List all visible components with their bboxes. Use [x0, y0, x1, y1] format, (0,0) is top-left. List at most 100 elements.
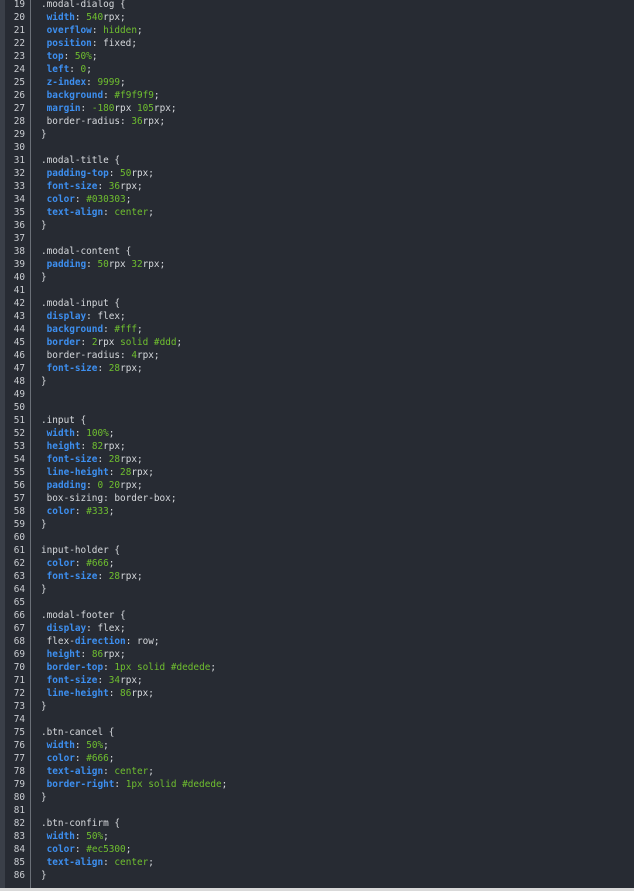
code-line[interactable]: 66 .modal-footer {	[0, 609, 634, 622]
css-property-token: border-top	[46, 662, 104, 673]
code-line[interactable]: 30	[0, 141, 634, 154]
code-line[interactable]: 20 width: 540rpx;	[0, 11, 634, 24]
code-line[interactable]: 26 background: #f9f9f9;	[0, 89, 634, 102]
code-line[interactable]: 29}	[0, 128, 634, 141]
css-value-token: #666	[86, 558, 109, 569]
code-line[interactable]: 82 .btn-confirm {	[0, 817, 634, 830]
code-line[interactable]: 77 color: #666;	[0, 752, 634, 765]
code-line[interactable]: 41	[0, 284, 634, 297]
code-line[interactable]: 78 text-align: center;	[0, 765, 634, 778]
code-line[interactable]: 56 padding: 0 20rpx;	[0, 479, 634, 492]
code-line[interactable]: 57 box-sizing: border-box;	[0, 492, 634, 505]
code-line[interactable]: 76 width: 50%;	[0, 739, 634, 752]
code-line[interactable]: 44 background: #fff;	[0, 323, 634, 336]
line-code: }	[41, 518, 47, 531]
line-number: 36	[13, 220, 25, 231]
code-token: rpx;	[103, 441, 126, 452]
css-property-token: font-size	[46, 363, 98, 374]
code-line[interactable]: 79 border-right: 1px solid #dedede;	[0, 778, 634, 791]
code-line[interactable]: 70 border-top: 1px solid #dedede;	[0, 661, 634, 674]
code-line[interactable]: 86}	[0, 869, 634, 882]
code-line[interactable]: 27 margin: -180rpx 105rpx;	[0, 102, 634, 115]
code-line[interactable]: 36}	[0, 219, 634, 232]
code-line[interactable]: 46 border-radius: 4rpx;	[0, 349, 634, 362]
css-value-token: 34	[108, 675, 121, 686]
code-line[interactable]: 83 width: 50%;	[0, 830, 634, 843]
code-line[interactable]: 45 border: 2rpx solid #ddd;	[0, 336, 634, 349]
code-line[interactable]: 65	[0, 596, 634, 609]
code-line[interactable]: 49	[0, 388, 634, 401]
code-line[interactable]: 72 line-height: 86rpx;	[0, 687, 634, 700]
code-line[interactable]: 34 color: #030303;	[0, 193, 634, 206]
code-line[interactable]: 24 left: 0;	[0, 63, 634, 76]
code-line[interactable]: 52 width: 100%;	[0, 427, 634, 440]
code-line[interactable]: 80}	[0, 791, 634, 804]
code-line[interactable]: 38 .modal-content {	[0, 245, 634, 258]
line-code: }	[41, 700, 47, 713]
code-token: :	[74, 740, 87, 751]
line-code: .btn-cancel {	[41, 726, 114, 739]
line-code: display: flex;	[41, 310, 126, 323]
code-line[interactable]: 22 position: fixed;	[0, 37, 634, 50]
line-number: 32	[13, 168, 25, 179]
code-line[interactable]: 55 line-height: 28rpx;	[0, 466, 634, 479]
code-line[interactable]: 40}	[0, 271, 634, 284]
code-token: ;	[176, 337, 183, 348]
code-line[interactable]: 60	[0, 531, 634, 544]
code-token: rpx;	[120, 480, 143, 491]
code-line[interactable]: 32 padding-top: 50rpx;	[0, 167, 634, 180]
code-line[interactable]: 67 display: flex;	[0, 622, 634, 635]
code-line[interactable]: 63 font-size: 28rpx;	[0, 570, 634, 583]
css-property-token: line-height	[46, 467, 109, 478]
code-line[interactable]: 68 flex-direction: row;	[0, 635, 634, 648]
code-line[interactable]: 50	[0, 401, 634, 414]
css-value-token: center	[114, 207, 149, 218]
code-line[interactable]: 23 top: 50%;	[0, 50, 634, 63]
line-code: font-size: 28rpx;	[41, 362, 143, 375]
code-line[interactable]: 64}	[0, 583, 634, 596]
code-line[interactable]: 62 color: #666;	[0, 557, 634, 570]
line-code: }	[41, 375, 47, 388]
css-property-token: text-align	[46, 766, 104, 777]
code-line[interactable]: 58 color: #333;	[0, 505, 634, 518]
code-line[interactable]: 48}	[0, 375, 634, 388]
code-line[interactable]: 28 border-radius: 36rpx;	[0, 115, 634, 128]
code-line[interactable]: 69 height: 86rpx;	[0, 648, 634, 661]
line-code: text-align: center;	[41, 856, 154, 869]
code-token: : row;	[125, 636, 160, 647]
code-line[interactable]: 84 color: #ec5300;	[0, 843, 634, 856]
code-line[interactable]: 21 overflow: hidden;	[0, 24, 634, 37]
line-code: font-size: 28rpx;	[41, 570, 143, 583]
code-line[interactable]: 33 font-size: 36rpx;	[0, 180, 634, 193]
code-line[interactable]: 19 .modal-dialog {	[0, 0, 634, 11]
code-line[interactable]: 35 text-align: center;	[0, 206, 634, 219]
code-line[interactable]: 51 .input {	[0, 414, 634, 427]
code-line[interactable]: 39 padding: 50rpx 32rpx;	[0, 258, 634, 271]
css-value-token: 105	[136, 103, 154, 114]
code-token: flex-	[41, 636, 75, 647]
code-line[interactable]: 61 input-holder {	[0, 544, 634, 557]
css-value-token: #fff	[114, 324, 137, 335]
code-line[interactable]: 59}	[0, 518, 634, 531]
code-line[interactable]: 85 text-align: center;	[0, 856, 634, 869]
code-line[interactable]: 71 font-size: 34rpx;	[0, 674, 634, 687]
code-line[interactable]: 42 .modal-input {	[0, 297, 634, 310]
code-line[interactable]: 25 z-index: 9999;	[0, 76, 634, 89]
css-value-token: 0 20	[97, 480, 121, 491]
css-value-token: #ec5300	[86, 844, 126, 855]
css-property-token: background	[46, 90, 104, 101]
code-line[interactable]: 43 display: flex;	[0, 310, 634, 323]
code-line[interactable]: 75 .btn-cancel {	[0, 726, 634, 739]
code-line[interactable]: 74	[0, 713, 634, 726]
code-token: :	[97, 571, 109, 582]
code-line[interactable]: 54 font-size: 28rpx;	[0, 453, 634, 466]
code-line[interactable]: 53 height: 82rpx;	[0, 440, 634, 453]
code-line[interactable]: 37	[0, 232, 634, 245]
code-line[interactable]: 31 .modal-title {	[0, 154, 634, 167]
code-editor[interactable]: 19 .modal-dialog {20 width: 540rpx; 21 ove…	[0, 0, 634, 891]
code-line[interactable]: 81	[0, 804, 634, 817]
code-token: }	[41, 129, 47, 140]
line-code: .modal-content {	[41, 245, 131, 258]
code-line[interactable]: 73}	[0, 700, 634, 713]
code-line[interactable]: 47 font-size: 28rpx;	[0, 362, 634, 375]
